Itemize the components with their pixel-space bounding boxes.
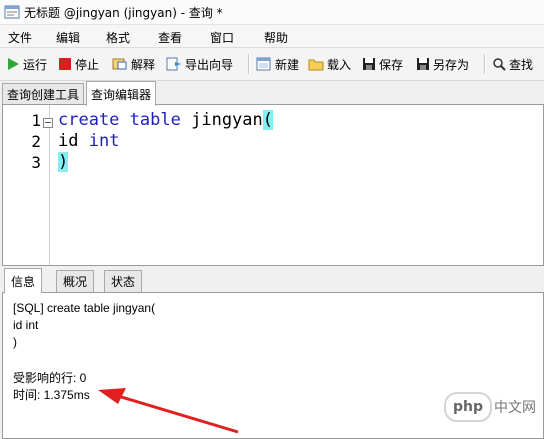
- identifier-token: id: [58, 131, 79, 151]
- menu-window[interactable]: 窗口: [210, 29, 234, 46]
- stop-icon: [59, 58, 71, 70]
- save-button[interactable]: 保存: [362, 54, 403, 74]
- toolbar-separator: [484, 54, 486, 74]
- message-line: ): [13, 335, 17, 349]
- line-number: 1: [31, 111, 41, 130]
- code-line: create table jingyan(: [58, 110, 274, 130]
- tab-status[interactable]: 状态: [104, 270, 143, 292]
- save-icon: [363, 58, 375, 70]
- title-bar: 无标题 @jingyan (jingyan) - 查询 *: [0, 0, 544, 25]
- keyword-token: table: [129, 110, 181, 130]
- tab-query-builder[interactable]: 查询创建工具: [2, 83, 85, 105]
- message-line: [SQL] create table jingyan(: [13, 301, 156, 315]
- tab-profile[interactable]: 概况: [56, 270, 95, 292]
- new-label: 新建: [275, 57, 300, 72]
- save-label: 保存: [379, 57, 404, 72]
- sql-editor[interactable]: 1 2 3 create table jingyan( id int ): [2, 104, 544, 266]
- new-button[interactable]: 新建: [256, 54, 299, 74]
- export-wizard-button[interactable]: 导出向导: [166, 54, 233, 74]
- editor-tab-strip: 查询创建工具 查询编辑器: [0, 81, 544, 106]
- run-label: 运行: [23, 57, 48, 72]
- export-wizard-label: 导出向导: [185, 57, 234, 72]
- window-title: 无标题 @jingyan (jingyan) - 查询 *: [24, 6, 223, 20]
- message-line: id int: [13, 318, 39, 332]
- save-as-label: 另存为: [433, 57, 470, 72]
- keyword-token: create: [58, 110, 120, 130]
- menu-view[interactable]: 查看: [158, 29, 182, 46]
- line-number: 3: [31, 153, 41, 172]
- play-icon: [8, 58, 19, 70]
- explain-icon: [112, 58, 127, 70]
- folder-icon: [308, 59, 324, 71]
- line-number: 2: [31, 132, 41, 151]
- export-icon: [166, 57, 181, 71]
- tab-message-label: 信息: [11, 274, 36, 289]
- toolbar: 运行 停止 解释 导出向导 新建 载入 保存 另存为 查找: [0, 48, 544, 81]
- menu-format[interactable]: 格式: [106, 29, 130, 46]
- load-label: 载入: [327, 57, 352, 72]
- new-query-icon: [256, 57, 271, 71]
- watermark: php 中文网: [444, 392, 540, 422]
- keyword-token: int: [88, 131, 120, 151]
- tab-query-editor-label: 查询编辑器: [91, 87, 152, 102]
- explain-button[interactable]: 解释: [112, 54, 155, 74]
- toolbar-separator: [248, 54, 250, 74]
- explain-label: 解释: [131, 57, 156, 72]
- watermark-logo: php: [444, 392, 492, 422]
- tab-status-label: 状态: [111, 275, 136, 289]
- menu-edit[interactable]: 编辑: [56, 29, 80, 46]
- find-label: 查找: [509, 57, 534, 72]
- menu-help[interactable]: 帮助: [264, 29, 288, 46]
- stop-label: 停止: [75, 57, 100, 72]
- search-icon: [493, 58, 506, 71]
- save-as-icon: [417, 58, 429, 70]
- stop-button[interactable]: 停止: [58, 54, 99, 74]
- message-line: 受影响的行: 0: [13, 371, 87, 385]
- menu-bar: 文件 编辑 格式 查看 窗口 帮助: [0, 25, 544, 48]
- menu-file[interactable]: 文件: [8, 29, 32, 46]
- result-tab-strip: 信息 概况 状态: [0, 268, 544, 293]
- tab-query-editor[interactable]: 查询编辑器: [86, 81, 157, 106]
- code-line: id int: [58, 131, 119, 151]
- find-button[interactable]: 查找: [492, 54, 533, 74]
- bracket-token: (: [262, 110, 274, 130]
- message-line: 时间: 1.375ms: [13, 388, 90, 402]
- watermark-text: 中文网: [494, 400, 536, 416]
- code-line: ): [58, 152, 69, 172]
- load-button[interactable]: 载入: [308, 54, 351, 74]
- tab-profile-label: 概况: [63, 275, 88, 289]
- bracket-token: ): [58, 152, 69, 172]
- tab-message[interactable]: 信息: [4, 268, 43, 293]
- line-number-gutter: 1 2 3: [3, 105, 53, 265]
- fold-toggle-icon[interactable]: [43, 118, 53, 128]
- save-as-button[interactable]: 另存为: [416, 54, 469, 74]
- run-button[interactable]: 运行: [6, 54, 47, 74]
- app-icon: [4, 5, 20, 19]
- identifier-token: jingyan: [191, 110, 263, 130]
- tab-query-builder-label: 查询创建工具: [7, 88, 80, 102]
